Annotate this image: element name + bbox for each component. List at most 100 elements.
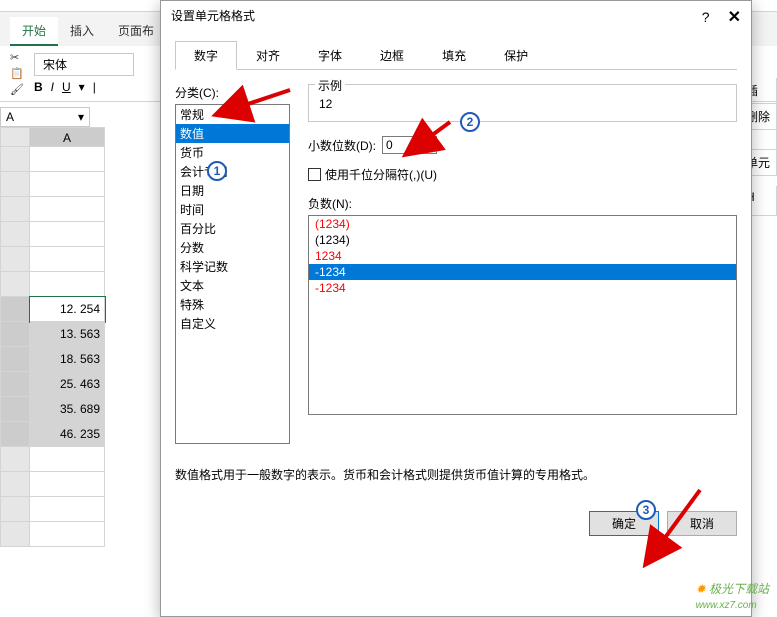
cell[interactable] (30, 147, 105, 172)
category-item-fraction[interactable]: 分数 (176, 238, 289, 257)
category-item-accounting[interactable]: 会计专用 (176, 162, 289, 181)
font-name-select[interactable]: 宋体 (34, 53, 134, 76)
italic-button[interactable]: I (51, 80, 54, 94)
bold-button[interactable]: B (34, 80, 43, 94)
tab-alignment[interactable]: 对齐 (237, 41, 299, 70)
watermark-url: www.xz7.com (696, 600, 757, 611)
sample-label: 示例 (315, 77, 345, 94)
tab-font[interactable]: 字体 (299, 41, 361, 70)
name-box-dropdown-icon[interactable]: ▾ (78, 110, 84, 124)
spinner-down-icon[interactable]: ▼ (422, 145, 436, 153)
font-group: 宋体 B I U ▾ | (34, 53, 134, 94)
options-area: 示例 12 小数位数(D): ▲ ▼ 使用千位分隔符(,)(U) 负数(N): (308, 84, 737, 444)
cell[interactable] (30, 247, 105, 272)
cell[interactable] (30, 497, 105, 522)
category-item-general[interactable]: 常规 (176, 105, 289, 124)
sample-value: 12 (319, 97, 332, 111)
category-item-currency[interactable]: 货币 (176, 143, 289, 162)
cell[interactable]: 18. 563 (30, 347, 105, 372)
category-item-number[interactable]: 数值 (176, 124, 289, 143)
negative-label: 负数(N): (308, 195, 737, 212)
row-header[interactable] (0, 397, 30, 422)
tab-fill[interactable]: 填充 (423, 41, 485, 70)
category-label: 分类(C): (175, 84, 290, 101)
cell[interactable] (30, 222, 105, 247)
row-header[interactable] (0, 297, 30, 322)
dialog-tabs: 数字 对齐 字体 边框 填充 保护 (175, 41, 737, 70)
copy-icon[interactable]: 📋 (10, 67, 24, 80)
negative-list[interactable]: (1234) (1234) 1234 -1234 -1234 (308, 215, 737, 415)
row-header[interactable] (0, 447, 30, 472)
sample-box: 示例 12 (308, 84, 737, 122)
row-header[interactable] (0, 172, 30, 197)
row-header[interactable] (0, 247, 30, 272)
close-icon[interactable]: ✕ (728, 7, 741, 27)
cell[interactable]: 35. 689 (30, 397, 105, 422)
negative-item[interactable]: (1234) (309, 216, 736, 232)
category-item-time[interactable]: 时间 (176, 200, 289, 219)
thousands-label: 使用千位分隔符(,)(U) (325, 166, 437, 183)
cells: 12. 254 13. 563 18. 563 25. 463 35. 689 … (30, 147, 105, 547)
negative-item[interactable]: -1234 (309, 264, 736, 280)
cell[interactable] (30, 272, 105, 297)
dialog-buttons: 确定 取消 (161, 491, 751, 546)
row-header[interactable] (0, 197, 30, 222)
select-all-corner[interactable] (0, 127, 30, 147)
help-icon[interactable]: ? (702, 9, 710, 25)
category-item-scientific[interactable]: 科学记数 (176, 257, 289, 276)
tab-layout[interactable]: 页面布 (106, 17, 166, 46)
dialog-body: 分类(C): 常规 数值 货币 会计专用 日期 时间 百分比 分数 科学记数 文… (161, 70, 751, 458)
row-headers (0, 147, 30, 547)
spinner-up-icon[interactable]: ▲ (422, 137, 436, 145)
tab-start[interactable]: 开始 (10, 17, 58, 46)
row-header[interactable] (0, 422, 30, 447)
cell[interactable]: 46. 235 (30, 422, 105, 447)
row-header[interactable] (0, 497, 30, 522)
tab-number[interactable]: 数字 (175, 41, 237, 70)
cell[interactable] (30, 472, 105, 497)
row-header[interactable] (0, 522, 30, 547)
row-header[interactable] (0, 347, 30, 372)
category-list[interactable]: 常规 数值 货币 会计专用 日期 时间 百分比 分数 科学记数 文本 特殊 自定… (175, 104, 290, 444)
row-header[interactable] (0, 372, 30, 397)
underline-button[interactable]: U (62, 80, 71, 94)
category-item-date[interactable]: 日期 (176, 181, 289, 200)
cell[interactable] (30, 447, 105, 472)
category-item-custom[interactable]: 自定义 (176, 314, 289, 333)
cell[interactable]: 12. 254 (30, 297, 105, 322)
decimal-input[interactable] (382, 136, 422, 154)
dialog-titlebar: 设置单元格格式 ? ✕ (161, 1, 751, 33)
cell[interactable] (30, 522, 105, 547)
row-header[interactable] (0, 322, 30, 347)
format-painter-icon[interactable]: 🖌 (10, 83, 24, 96)
category-item-percentage[interactable]: 百分比 (176, 219, 289, 238)
cell[interactable]: 25. 463 (30, 372, 105, 397)
tab-insert[interactable]: 插入 (58, 17, 106, 46)
tab-protection[interactable]: 保护 (485, 41, 547, 70)
category-item-special[interactable]: 特殊 (176, 295, 289, 314)
negative-item[interactable]: -1234 (309, 280, 736, 296)
name-box[interactable]: A ▾ (0, 107, 90, 127)
thousands-checkbox[interactable] (308, 168, 321, 181)
negative-item[interactable]: (1234) (309, 232, 736, 248)
negative-item[interactable]: 1234 (309, 248, 736, 264)
row-header[interactable] (0, 147, 30, 172)
cut-icon[interactable]: ✂ (10, 51, 24, 64)
row-header[interactable] (0, 472, 30, 497)
cell[interactable] (30, 172, 105, 197)
category-item-text[interactable]: 文本 (176, 276, 289, 295)
decimal-label: 小数位数(D): (308, 137, 376, 154)
tab-border[interactable]: 边框 (361, 41, 423, 70)
cell[interactable] (30, 197, 105, 222)
decimal-row: 小数位数(D): ▲ ▼ (308, 136, 737, 154)
ok-button[interactable]: 确定 (589, 511, 659, 536)
format-cells-dialog: 设置单元格格式 ? ✕ 数字 对齐 字体 边框 填充 保护 分类(C): 常规 … (160, 0, 752, 617)
watermark-name: 极光下载站 (709, 582, 769, 596)
cancel-button[interactable]: 取消 (667, 511, 737, 536)
row-header[interactable] (0, 222, 30, 247)
cell[interactable]: 13. 563 (30, 322, 105, 347)
decimal-spinner[interactable]: ▲ ▼ (382, 136, 437, 154)
column-header-a[interactable]: A (30, 127, 105, 147)
row-header[interactable] (0, 272, 30, 297)
underline-dropdown-icon[interactable]: ▾ (79, 80, 85, 94)
